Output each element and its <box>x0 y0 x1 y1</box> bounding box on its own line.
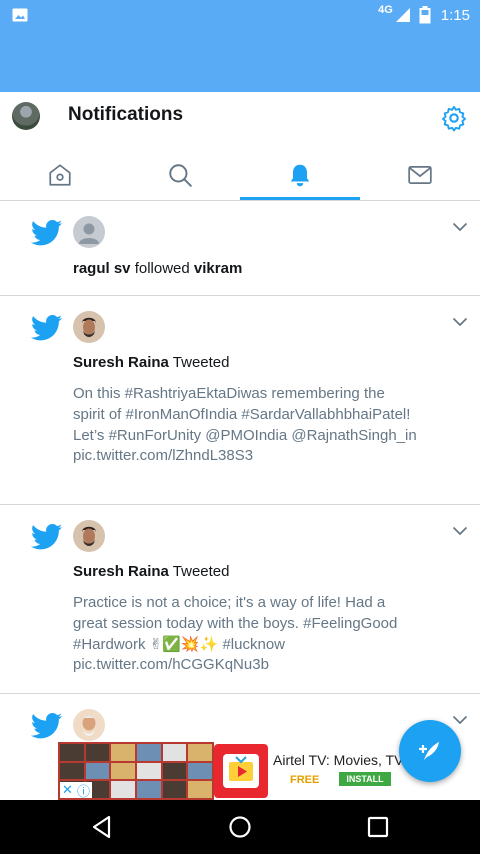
system-nav-bar <box>0 800 480 854</box>
action-text: Tweeted <box>172 354 230 371</box>
tab-messages[interactable] <box>360 150 480 200</box>
clock: 1:15 <box>440 6 470 24</box>
ad-price: FREE <box>290 774 320 786</box>
signal-icon <box>395 8 410 22</box>
notification-item[interactable]: Suresh Raina Tweeted Practice is not a c… <box>0 505 480 694</box>
tweet-text[interactable]: Practice is not a choice; it's a way of … <box>73 593 418 676</box>
app-icon <box>214 744 268 798</box>
twitter-bird-icon <box>31 524 63 550</box>
tab-bar <box>0 150 480 200</box>
action-text: Tweeted <box>172 563 230 580</box>
chevron-down-icon[interactable] <box>452 222 468 232</box>
tweet-text[interactable]: On this #RashtriyaEktaDiwas remembering … <box>73 384 418 467</box>
notification-text: ragul sv followed vikram <box>73 260 242 277</box>
chevron-down-icon[interactable] <box>452 526 468 536</box>
actor-name[interactable]: ragul sv <box>73 260 131 277</box>
recents-icon[interactable] <box>366 814 390 840</box>
actor-name[interactable]: Suresh Raina <box>73 563 169 580</box>
search-icon <box>169 164 192 187</box>
ad-close-button[interactable]: ✕ ⓘ <box>60 781 92 800</box>
tab-search[interactable] <box>120 150 240 200</box>
bell-icon <box>290 164 310 187</box>
twitter-bird-icon <box>31 713 63 739</box>
compose-tweet-button[interactable] <box>399 720 461 782</box>
back-icon[interactable] <box>90 814 114 840</box>
mail-icon <box>408 166 432 184</box>
avatar[interactable] <box>12 102 40 130</box>
status-right: 4G 1:15 <box>378 4 470 26</box>
actor-name[interactable]: Suresh Raina <box>73 354 169 371</box>
target-name[interactable]: vikram <box>194 260 242 277</box>
install-button[interactable]: INSTALL <box>339 772 391 786</box>
network-type: 4G <box>378 4 393 16</box>
notification-text: Suresh Raina Tweeted <box>73 563 230 580</box>
tab-home[interactable] <box>0 150 120 200</box>
chevron-down-icon[interactable] <box>452 317 468 327</box>
home-icon <box>49 164 71 186</box>
notification-item[interactable]: ragul sv followed vikram <box>0 201 480 296</box>
battery-icon <box>419 6 431 24</box>
twitter-bird-icon <box>31 315 63 341</box>
chevron-down-icon[interactable] <box>452 715 468 725</box>
twitter-bird-icon <box>31 220 63 246</box>
tab-notifications[interactable] <box>240 150 360 200</box>
status-bar: 4G 1:15 <box>0 0 480 92</box>
gallery-icon <box>12 8 28 22</box>
info-icon[interactable]: ⓘ <box>77 781 90 800</box>
notification-item[interactable]: Suresh Raina Tweeted On this #RashtriyaE… <box>0 296 480 505</box>
feather-plus-icon <box>419 742 439 760</box>
avatar[interactable] <box>73 216 105 248</box>
avatar[interactable] <box>73 520 105 552</box>
avatar[interactable] <box>73 311 105 343</box>
gear-icon[interactable] <box>440 104 468 132</box>
action-text: followed <box>134 260 190 277</box>
avatar[interactable] <box>73 709 105 741</box>
page-title: Notifications <box>68 104 184 125</box>
ad-banner[interactable]: ✕ ⓘ Airtel TV: Movies, TV ... FREE INSTA… <box>58 742 422 800</box>
ad-title: Airtel TV: Movies, TV ... <box>273 752 420 768</box>
close-icon[interactable]: ✕ <box>62 782 73 798</box>
home-nav-icon[interactable] <box>228 814 252 840</box>
notification-text: Suresh Raina Tweeted <box>73 354 230 371</box>
